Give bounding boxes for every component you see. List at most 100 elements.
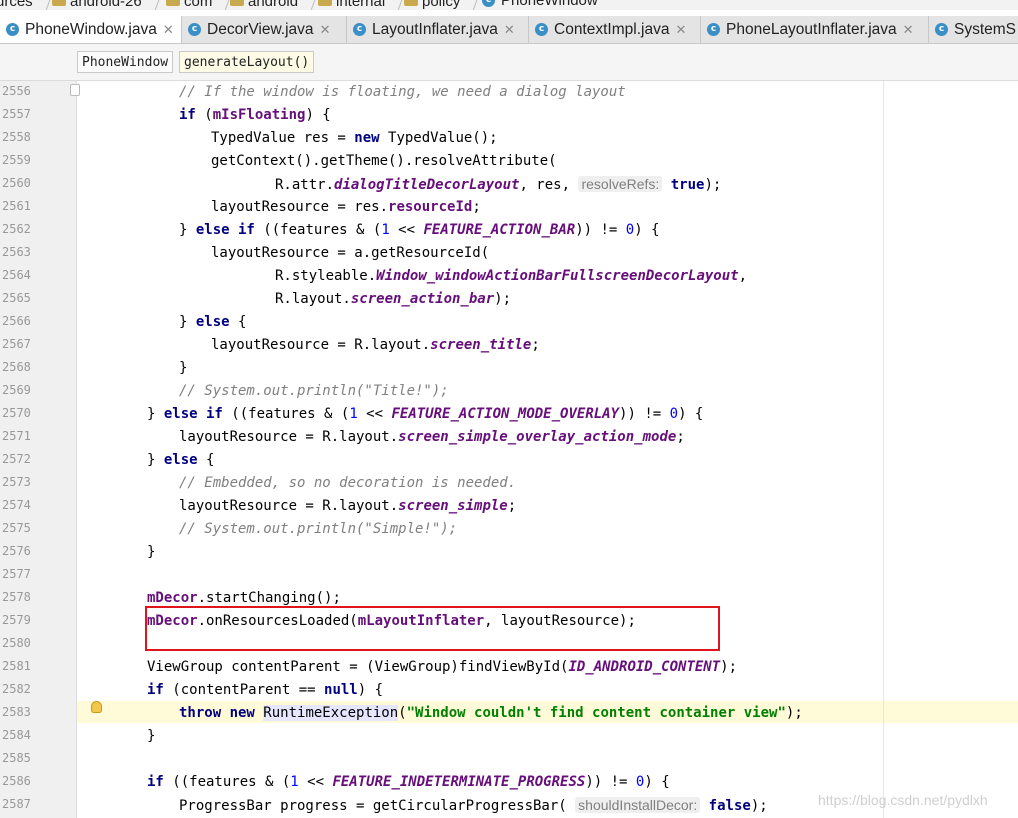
line-number: 2556 [2,84,31,98]
line-number: 2567 [2,337,31,351]
line-number: 2564 [2,268,31,282]
editor-tab-bar: c PhoneWindow.java ✕ c DecorView.java ✕ c Lay… [0,16,1018,44]
tab-decorview[interactable]: c DecorView.java ✕ [182,16,347,43]
close-icon[interactable]: ✕ [320,22,331,38]
annotation-highlight-box [145,606,720,651]
class-icon: c [6,23,19,36]
code-line: if (contentParent == null) { [147,682,384,698]
fold-marker-icon[interactable] [70,84,80,96]
code-line: } else if ((features & (1 << FEATURE_ACT… [179,222,660,238]
code-line: R.styleable.Window_windowActionBarFullsc… [275,268,748,284]
code-line: TypedValue res = new TypedValue(); [211,130,498,146]
code-line: throw new RuntimeException("Window could… [179,705,803,721]
code-line: ViewGroup contentParent = (ViewGroup)fin… [147,659,738,675]
code-line: if ((features & (1 << FEATURE_INDETERMIN… [147,774,670,790]
close-icon[interactable]: ✕ [675,22,686,38]
code-line: ProgressBar progress = getCircularProgre… [179,797,768,814]
line-number: 2573 [2,475,31,489]
parameter-hint: shouldInstallDecor: [575,797,701,813]
code-line: layoutResource = R.layout.screen_title; [211,337,540,353]
code-line: // If the window is floating, we need a … [179,84,626,100]
close-icon[interactable]: ✕ [903,22,914,38]
line-number: 2571 [2,429,31,443]
folder-icon [318,0,332,6]
code-line: } else { [179,314,247,330]
folder-icon [404,0,418,6]
breadcrumb-item[interactable]: internal [318,0,406,10]
line-number: 2558 [2,130,31,144]
code-line: R.layout.screen_action_bar); [275,291,512,307]
code-line: layoutResource = a.getResourceId( [211,245,490,261]
close-icon[interactable]: ✕ [163,22,174,38]
close-icon[interactable]: ✕ [504,22,515,38]
class-icon: c [707,23,720,36]
folder-icon [52,0,66,6]
code-line: } [179,360,188,376]
line-number: 2584 [2,728,31,742]
code-line: R.attr.dialogTitleDecorLayout, res, reso… [275,176,722,193]
code-line: } else { [147,452,215,468]
line-number: 2562 [2,222,31,236]
code-line: } [147,728,156,744]
code-line: } else if ((features & (1 << FEATURE_ACT… [147,406,704,422]
line-number: 2581 [2,659,31,673]
breadcrumb-item[interactable]: c PhoneWindow [482,0,598,9]
tab-phonewindow[interactable]: c PhoneWindow.java ✕ [0,16,182,43]
lightbulb-icon[interactable] [91,701,102,713]
line-number: 2569 [2,383,31,397]
line-number: 2574 [2,498,31,512]
code-line: // System.out.println("Title!"); [179,383,449,399]
line-number: 2568 [2,360,31,374]
code-line: } [147,544,156,560]
breadcrumb-item[interactable]: android-26 [52,0,162,10]
line-number: 2580 [2,636,31,650]
line-number: 2576 [2,544,31,558]
breadcrumb-item[interactable]: com [166,0,233,10]
line-number: 2561 [2,199,31,213]
line-number-gutter: 2556 2557 2558 2559 2560 2561 2562 2563 … [0,81,77,818]
breadcrumb-item[interactable]: urces [0,0,53,10]
breadcrumb-item[interactable]: android [230,0,319,10]
structure-breadcrumb: PhoneWindow generateLayout() [0,44,1018,81]
line-number: 2587 [2,797,31,811]
tab-layoutinflater[interactable]: c LayoutInflater.java ✕ [347,16,529,43]
code-line: layoutResource = R.layout.screen_simple_… [179,429,685,445]
code-line: if (mIsFloating) { [179,107,331,123]
line-number: 2559 [2,153,31,167]
line-number: 2557 [2,107,31,121]
line-number: 2583 [2,705,31,719]
line-number: 2585 [2,751,31,765]
line-number: 2582 [2,682,31,696]
line-number: 2586 [2,774,31,788]
right-margin-guide [883,81,884,818]
class-icon: c [935,23,948,36]
line-number: 2570 [2,406,31,420]
class-icon: c [188,23,201,36]
class-icon: c [353,23,366,36]
tab-systems[interactable]: c SystemS [929,16,1018,43]
code-line: // Embedded, so no decoration is needed. [179,475,517,491]
line-number: 2565 [2,291,31,305]
tab-phonelayoutinflater[interactable]: c PhoneLayoutInflater.java ✕ [701,16,929,43]
class-icon: c [535,23,548,36]
class-icon: c [482,0,495,7]
structure-class-button[interactable]: PhoneWindow [77,51,174,73]
line-number: 2572 [2,452,31,466]
line-number: 2560 [2,176,31,190]
code-line: layoutResource = res.resourceId; [211,199,481,215]
breadcrumb-item[interactable]: policy [404,0,481,10]
line-number: 2577 [2,567,31,581]
code-line: layoutResource = R.layout.screen_simple; [179,498,517,514]
folder-icon [166,0,180,6]
line-number: 2563 [2,245,31,259]
line-number: 2566 [2,314,31,328]
code-line: getContext().getTheme().resolveAttribute… [211,153,557,169]
line-number: 2578 [2,590,31,604]
line-number: 2579 [2,613,31,627]
structure-method-button[interactable]: generateLayout() [179,51,315,73]
tab-contextimpl[interactable]: c ContextImpl.java ✕ [529,16,701,43]
line-number: 2575 [2,521,31,535]
code-line: // System.out.println("Simple!"); [179,521,458,537]
folder-icon [230,0,244,6]
breadcrumb: urces android-26 com android internal po… [0,0,1018,10]
